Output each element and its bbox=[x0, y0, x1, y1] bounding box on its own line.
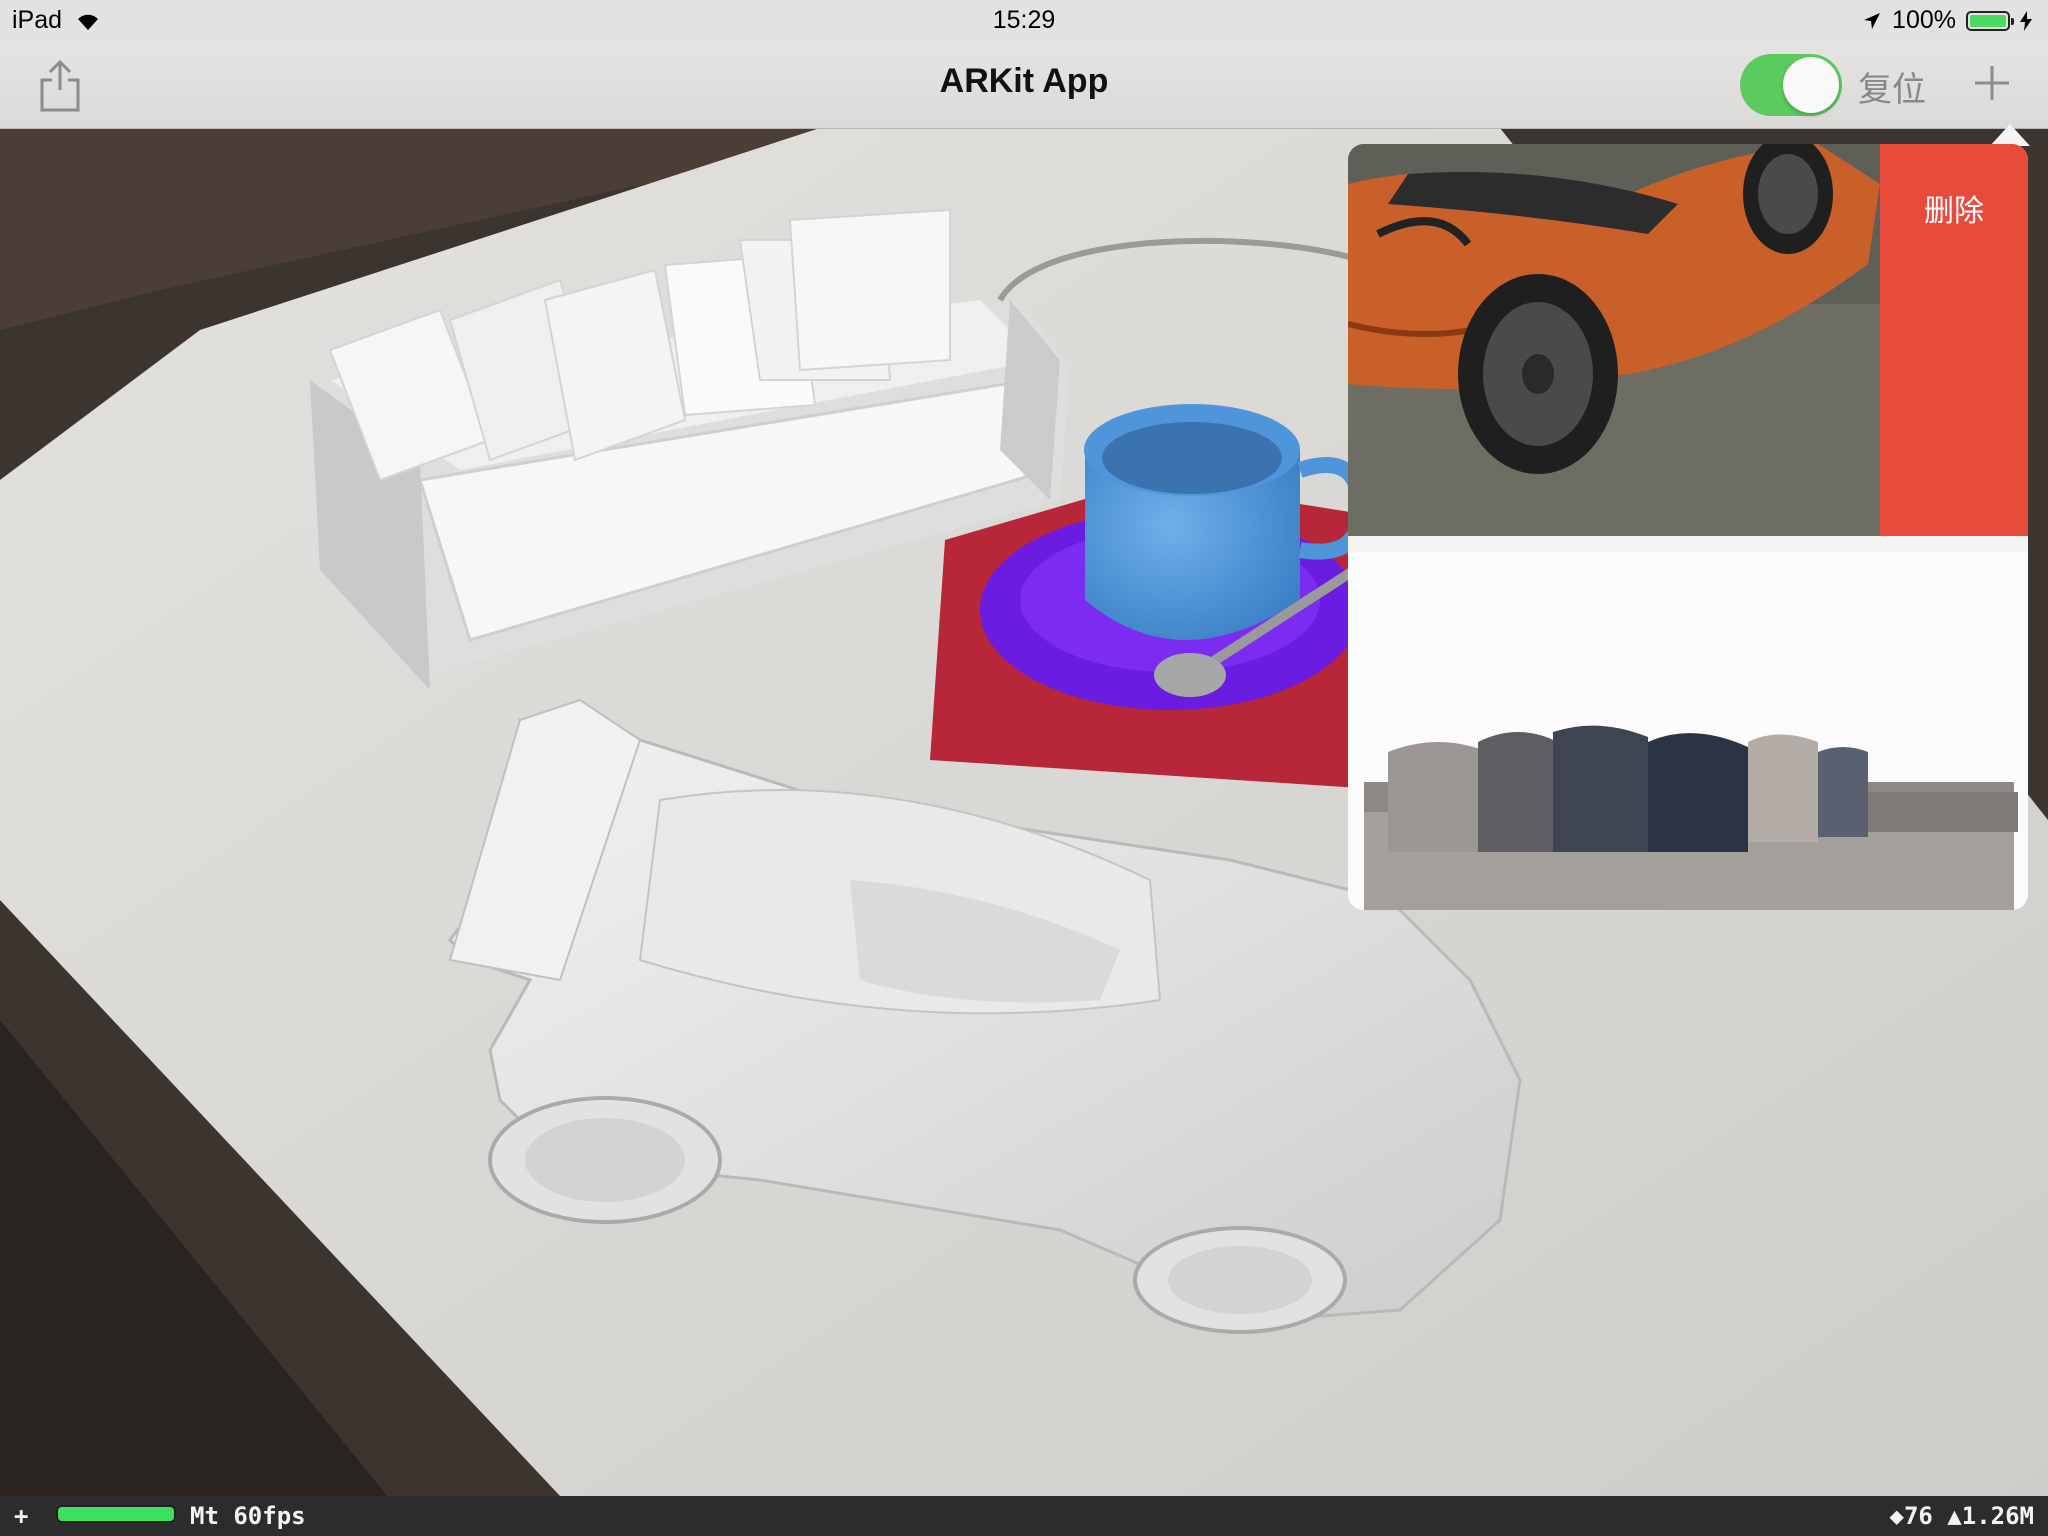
battery-icon bbox=[1966, 10, 2014, 31]
toggle-knob bbox=[1783, 57, 1839, 113]
status-bar: iPad 15:29 100% bbox=[0, 0, 2048, 40]
popover-arrow bbox=[1990, 124, 2030, 146]
charging-bolt-icon bbox=[2020, 10, 2032, 31]
fps-label: Mt 60fps bbox=[190, 1502, 306, 1530]
delete-label: 删除 bbox=[1924, 195, 1984, 228]
model-cell-sofa[interactable] bbox=[1348, 552, 2028, 910]
scene-stats-bar: + Mt 60fps ◆76 ▲1.26M bbox=[0, 1496, 2048, 1536]
frame-time-meter bbox=[56, 1505, 176, 1523]
status-time: 15:29 bbox=[992, 6, 1056, 34]
reset-button[interactable]: 复位 bbox=[1858, 62, 1926, 111]
car-thumbnail bbox=[1348, 144, 1880, 536]
model-cell-car[interactable]: 删除 bbox=[1348, 144, 2028, 536]
scene-counts: ◆76 ▲1.26M bbox=[1889, 1502, 2035, 1530]
battery-percent: 100% bbox=[1892, 6, 1956, 34]
add-icon[interactable] bbox=[1972, 58, 2012, 108]
ar-toggle-switch[interactable] bbox=[1740, 54, 1842, 116]
model-picker-popover: 删除 bbox=[1348, 144, 2028, 910]
delete-button[interactable]: 删除 bbox=[1880, 144, 2028, 536]
navigation-bar: ARKit App 复位 bbox=[0, 40, 2048, 129]
location-arrow-icon bbox=[1864, 12, 1881, 29]
stats-expand-button[interactable]: + bbox=[14, 1502, 28, 1530]
sofa-thumbnail bbox=[1348, 552, 2028, 910]
